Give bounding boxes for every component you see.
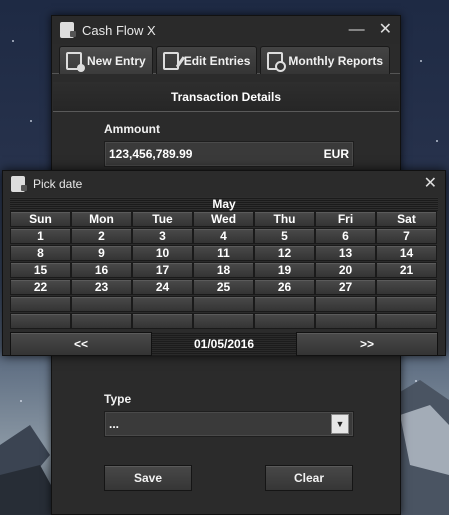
empty-day-cell [254, 313, 315, 329]
day-cell[interactable]: 4 [193, 228, 254, 244]
empty-day-cell [71, 313, 132, 329]
day-cell[interactable]: 3 [132, 228, 193, 244]
day-cell[interactable]: 19 [254, 262, 315, 278]
day-cell[interactable]: 24 [132, 279, 193, 295]
day-cell[interactable]: 11 [193, 245, 254, 261]
day-cell[interactable]: 14 [376, 245, 437, 261]
dialog-titlebar: Pick date ✕ [3, 171, 445, 197]
empty-day-cell [315, 296, 376, 312]
close-button[interactable]: ✕ [379, 22, 392, 38]
day-cell[interactable]: 9 [71, 245, 132, 261]
pick-date-dialog: Pick date ✕ May Sun Mon Tue Wed Thu Fri Sat 1 2 3… [2, 170, 446, 356]
empty-day-cell [376, 313, 437, 329]
day-cell[interactable]: 22 [10, 279, 71, 295]
wallpaper-star [30, 120, 32, 122]
currency-label: EUR [323, 147, 349, 161]
tab-label: New Entry [87, 53, 146, 68]
day-cell[interactable]: 26 [254, 279, 315, 295]
empty-day-cell [193, 313, 254, 329]
empty-day-cell [254, 296, 315, 312]
new-entry-icon [66, 51, 85, 72]
empty-day-cell [376, 279, 437, 295]
tab-monthly-reports[interactable]: Monthly Reports [260, 46, 391, 74]
wallpaper-star [12, 40, 14, 42]
weekday-header: Fri [315, 211, 376, 227]
empty-day-cell [71, 296, 132, 312]
weekday-header: Thu [254, 211, 315, 227]
edit-entries-icon [162, 51, 179, 70]
day-cell[interactable]: 6 [315, 228, 376, 244]
app-icon [60, 22, 76, 38]
type-value: ... [109, 417, 120, 431]
section-title: Transaction Details [53, 82, 399, 112]
day-cell[interactable]: 8 [10, 245, 71, 261]
amount-value: 123,456,789.99 [109, 147, 193, 161]
weekday-header: Sat [376, 211, 437, 227]
day-cell[interactable]: 18 [193, 262, 254, 278]
tab-new-entry[interactable]: New Entry [59, 46, 153, 74]
day-cell[interactable]: 5 [254, 228, 315, 244]
empty-day-cell [10, 296, 71, 312]
type-label: Type [104, 392, 132, 406]
day-cell[interactable]: 16 [71, 262, 132, 278]
day-cell[interactable]: 12 [254, 245, 315, 261]
empty-day-cell [315, 313, 376, 329]
amount-label: Ammount [104, 122, 160, 136]
tab-label: Edit Entries [183, 53, 251, 68]
day-cell[interactable]: 20 [315, 262, 376, 278]
empty-day-cell [376, 296, 437, 312]
calendar-grid: Sun Mon Tue Wed Thu Fri Sat 1 2 3 4 5 6 7 8 9 10 11 12 13 14… [10, 211, 438, 329]
weekday-header: Tue [132, 211, 193, 227]
dialog-close-button[interactable]: ✕ [424, 176, 437, 192]
chevron-down-icon[interactable]: ▼ [331, 414, 349, 434]
tab-edit-entries[interactable]: Edit Entries [155, 46, 258, 74]
day-cell[interactable]: 21 [376, 262, 437, 278]
empty-day-cell [132, 313, 193, 329]
monthly-reports-icon [267, 51, 287, 72]
day-cell[interactable]: 7 [376, 228, 437, 244]
day-cell[interactable]: 1 [10, 228, 71, 244]
tab-label: Monthly Reports [288, 53, 384, 68]
day-cell[interactable]: 13 [315, 245, 376, 261]
day-cell[interactable]: 10 [132, 245, 193, 261]
save-button[interactable]: Save [104, 465, 192, 491]
day-cell[interactable]: 2 [71, 228, 132, 244]
wallpaper-star [436, 140, 438, 142]
amount-field[interactable]: 123,456,789.99 EUR [104, 141, 354, 167]
minimize-button[interactable]: — [349, 22, 365, 38]
weekday-header: Mon [71, 211, 132, 227]
dialog-app-icon [11, 176, 27, 192]
empty-day-cell [132, 296, 193, 312]
empty-day-cell [193, 296, 254, 312]
month-label: May [10, 197, 438, 211]
wallpaper-star [420, 60, 422, 62]
day-cell[interactable]: 27 [315, 279, 376, 295]
type-select[interactable]: ... ▼ [104, 411, 354, 437]
calendar-nav: << 01/05/2016 >> [10, 332, 438, 356]
next-month-button[interactable]: >> [296, 332, 438, 356]
current-date-display: 01/05/2016 [152, 332, 296, 356]
day-cell[interactable]: 15 [10, 262, 71, 278]
empty-day-cell [10, 313, 71, 329]
tab-bar: New Entry Edit Entries Monthly Reports [52, 44, 400, 74]
day-cell[interactable]: 17 [132, 262, 193, 278]
window-title: Cash Flow X [82, 22, 156, 38]
day-cell[interactable]: 25 [193, 279, 254, 295]
weekday-header: Sun [10, 211, 71, 227]
main-titlebar: Cash Flow X — ✕ [52, 16, 400, 44]
weekday-header: Wed [193, 211, 254, 227]
day-cell[interactable]: 23 [71, 279, 132, 295]
clear-button[interactable]: Clear [265, 465, 353, 491]
prev-month-button[interactable]: << [10, 332, 152, 356]
dialog-title: Pick date [33, 177, 83, 191]
